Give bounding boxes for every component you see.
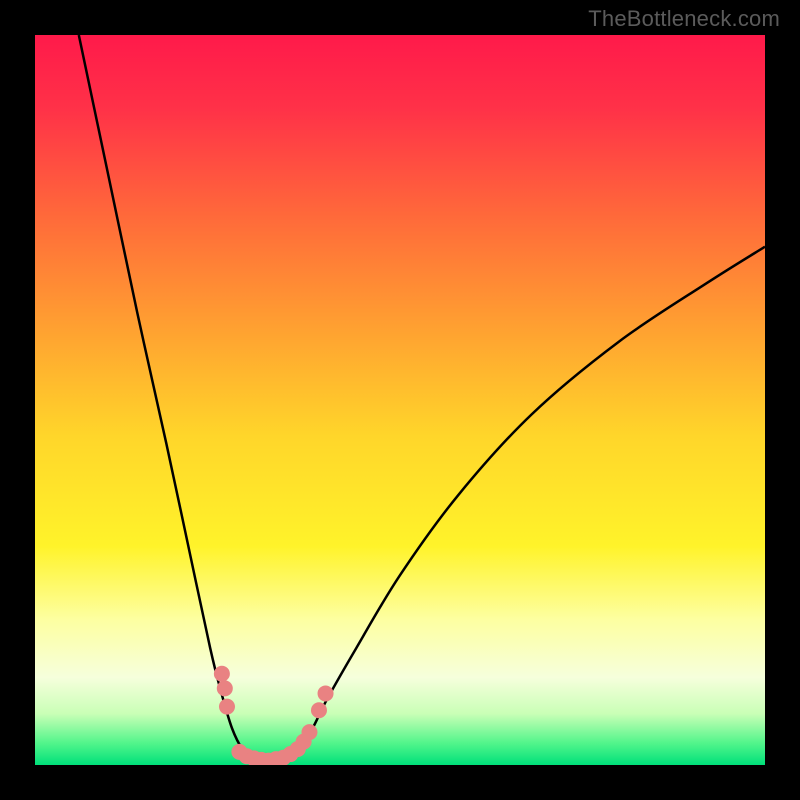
- chart-frame: TheBottleneck.com: [0, 0, 800, 800]
- scatter-dot: [214, 666, 230, 682]
- scatter-dot: [311, 702, 327, 718]
- watermark-text: TheBottleneck.com: [588, 6, 780, 32]
- chart-svg: [35, 35, 765, 765]
- scatter-dot: [219, 699, 235, 715]
- gradient-background: [35, 35, 765, 765]
- plot-area: [35, 35, 765, 765]
- scatter-dot: [217, 680, 233, 696]
- scatter-dot: [301, 724, 317, 740]
- scatter-dot: [318, 685, 334, 701]
